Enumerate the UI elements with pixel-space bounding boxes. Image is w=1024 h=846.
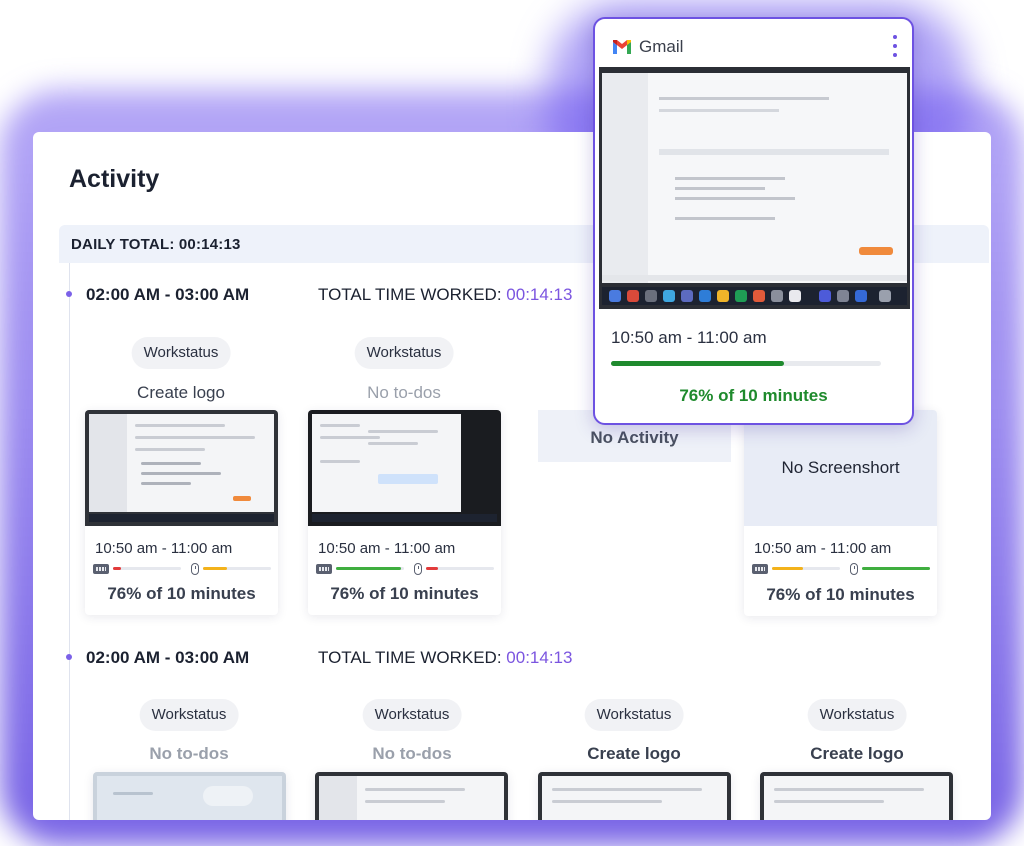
- todo-label: Create logo: [137, 383, 225, 402]
- keyboard-icon: [316, 564, 332, 574]
- mouse-icon: [850, 563, 858, 575]
- timeline-line: [69, 263, 70, 820]
- mouse-meter-fill: [862, 567, 930, 570]
- gmail-icon: [613, 40, 631, 54]
- todo-label: No to-dos: [149, 744, 229, 763]
- total-time-label: TOTAL TIME WORKED:: [318, 648, 507, 667]
- mouse-icon: [191, 563, 199, 575]
- total-time-value: 00:14:13: [506, 648, 573, 667]
- popup-progress-fill: [611, 361, 784, 366]
- todo-label: No to-dos: [372, 744, 452, 763]
- timeline-dot: [66, 654, 72, 660]
- project-chip[interactable]: Workstatus: [584, 699, 684, 731]
- screenshot-thumbnail[interactable]: [93, 772, 286, 820]
- keyboard-meter-fill: [113, 567, 122, 570]
- screenshot-thumbnail[interactable]: [85, 410, 278, 526]
- mouse-meter-fill: [426, 567, 439, 570]
- more-vert-icon[interactable]: [892, 35, 898, 57]
- project-chip[interactable]: Workstatus: [139, 699, 239, 731]
- hour-range: 02:00 AM - 03:00 AM: [86, 648, 250, 667]
- keyboard-meter: [772, 567, 840, 570]
- project-chip[interactable]: Workstatus: [362, 699, 462, 731]
- total-time-worked: TOTAL TIME WORKED: 00:14:13: [318, 648, 572, 668]
- daily-total-label: DAILY TOTAL: 00:14:13: [71, 236, 241, 253]
- screenshot-popup[interactable]: Gmail 10:50 am - 11:00 am 76% of 10 minu…: [593, 17, 914, 425]
- mouse-meter-fill: [203, 567, 227, 570]
- popup-screenshot[interactable]: [599, 67, 910, 309]
- activity-meters: [93, 563, 271, 575]
- page-title: Activity: [69, 165, 160, 193]
- keyboard-meter-fill: [336, 567, 401, 570]
- activity-card[interactable]: 10:50 am - 11:00 am 76% of 10 minutes: [85, 410, 278, 615]
- activity-card[interactable]: [93, 772, 286, 820]
- time-range: 10:50 am - 11:00 am: [95, 540, 233, 557]
- mouse-meter: [426, 567, 494, 570]
- activity-card[interactable]: No Screenshort 10:50 am - 11:00 am 76% o…: [744, 410, 937, 616]
- total-time-worked: TOTAL TIME WORKED: 00:14:13: [318, 285, 572, 305]
- todo-label: Create logo: [587, 744, 681, 763]
- popup-time-range: 10:50 am - 11:00 am: [611, 328, 767, 347]
- screenshot-thumbnail[interactable]: [315, 772, 508, 820]
- keyboard-meter: [113, 567, 181, 570]
- activity-card[interactable]: [315, 772, 508, 820]
- activity-percent: 76% of 10 minutes: [766, 585, 915, 604]
- timeline-dot: [66, 291, 72, 297]
- screenshot-thumbnail[interactable]: [760, 772, 953, 820]
- time-range: 10:50 am - 11:00 am: [318, 540, 456, 557]
- activity-percent: 76% of 10 minutes: [330, 584, 479, 603]
- popup-progress-bar: [611, 361, 881, 366]
- popup-app-name: Gmail: [639, 37, 684, 56]
- keyboard-meter: [336, 567, 404, 570]
- screenshot-thumbnail[interactable]: [538, 772, 731, 820]
- activity-card[interactable]: [538, 772, 731, 820]
- project-chip[interactable]: Workstatus: [807, 699, 907, 731]
- activity-card[interactable]: [760, 772, 953, 820]
- popup-activity-percent: 76% of 10 minutes: [679, 386, 828, 405]
- mouse-icon: [414, 563, 422, 575]
- todo-label: Create logo: [810, 744, 904, 763]
- todo-label: No to-dos: [367, 383, 441, 402]
- activity-meters: [752, 563, 930, 575]
- activity-percent: 76% of 10 minutes: [107, 584, 256, 603]
- keyboard-icon: [93, 564, 109, 574]
- total-time-label: TOTAL TIME WORKED:: [318, 285, 507, 304]
- mouse-meter: [862, 567, 930, 570]
- hour-row: 02:00 AM - 03:00 AM TOTAL TIME WORKED: 0…: [66, 644, 669, 672]
- project-chip[interactable]: Workstatus: [354, 337, 454, 369]
- activity-card[interactable]: 10:50 am - 11:00 am 76% of 10 minutes: [308, 410, 501, 615]
- total-time-value: 00:14:13: [506, 285, 573, 304]
- keyboard-icon: [752, 564, 768, 574]
- time-range: 10:50 am - 11:00 am: [754, 540, 892, 557]
- screenshot-thumbnail[interactable]: [308, 410, 501, 526]
- no-screenshot-placeholder: No Screenshort: [744, 410, 937, 526]
- hour-row: 02:00 AM - 03:00 AM TOTAL TIME WORKED: 0…: [66, 281, 669, 309]
- project-chip[interactable]: Workstatus: [131, 337, 231, 369]
- keyboard-meter-fill: [772, 567, 803, 570]
- hour-range: 02:00 AM - 03:00 AM: [86, 285, 250, 304]
- mouse-meter: [203, 567, 271, 570]
- activity-meters: [316, 563, 494, 575]
